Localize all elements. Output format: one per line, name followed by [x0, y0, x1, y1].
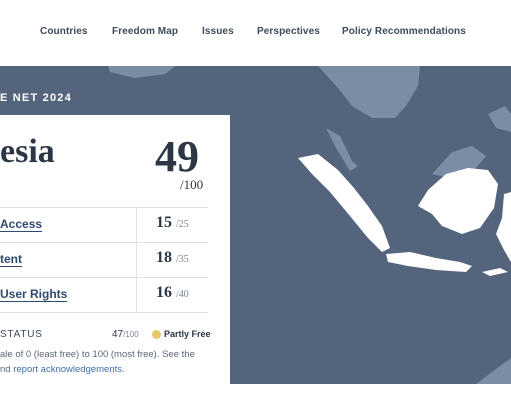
nusa-tenggara-shape — [482, 268, 508, 276]
nav-issues[interactable]: Issues — [202, 26, 234, 37]
nav-freedom-map[interactable]: Freedom Map — [112, 26, 178, 37]
country-name: esia — [0, 133, 55, 170]
borneo-shape — [418, 168, 498, 234]
category-score-user-rights: 16 /40 — [156, 284, 189, 302]
row-divider — [136, 278, 137, 312]
category-score-value: 18 — [156, 249, 172, 266]
nav-policy-recommendations[interactable]: Policy Recommendations — [342, 26, 466, 37]
status-score-max: /100 — [123, 330, 139, 339]
category-row-content: tent 18 /35 — [0, 242, 208, 277]
row-divider — [136, 208, 137, 242]
total-score-max: /100 — [180, 177, 204, 192]
category-link-access[interactable]: Access — [0, 217, 42, 231]
category-row-user-rights: User Rights 16 /40 — [0, 277, 208, 313]
top-navigation: Countries Freedom Map Issues Perspective… — [0, 0, 511, 66]
southeast-land-region — [476, 358, 511, 384]
category-score-value: 16 — [156, 284, 172, 301]
sumatra-shape — [298, 154, 390, 252]
category-score-value: 15 — [156, 214, 172, 231]
nav-countries[interactable]: Countries — [40, 26, 88, 37]
status-label: STATUS — [0, 329, 43, 340]
category-row-access: Access 15 /25 — [0, 207, 208, 242]
category-score-max: /40 — [176, 289, 189, 300]
category-score-max: /35 — [176, 254, 189, 265]
status-score-value: 47 — [112, 329, 124, 340]
java-shape — [386, 252, 472, 272]
row-divider — [136, 243, 137, 277]
category-score-access: 15 /25 — [156, 214, 189, 232]
report-edition-label: E NET 2024 — [0, 92, 72, 104]
nav-perspectives[interactable]: Perspectives — [257, 26, 320, 37]
total-score: 49 — [155, 132, 199, 181]
philippines-region — [488, 106, 511, 132]
category-link-user-rights[interactable]: User Rights — [0, 287, 67, 301]
status-dot-icon — [152, 330, 161, 339]
sulawesi-shape — [496, 192, 511, 262]
country-score-card: esia 49 /100 Access 15 /25 tent 18 /35 U… — [0, 115, 230, 385]
scale-description-line2: nd report acknowledgements. — [0, 364, 125, 375]
mainland-region — [108, 66, 175, 78]
report-acknowledgements-link[interactable]: report acknowledgements — [13, 364, 122, 375]
category-score-content: 18 /35 — [156, 249, 189, 267]
scale-suffix: . — [122, 364, 125, 375]
scale-description: ale of 0 (least free) to 100 (most free)… — [0, 349, 195, 360]
status-score: 47/100 — [112, 329, 139, 340]
category-link-content[interactable]: tent — [0, 252, 22, 266]
scale-prefix: nd — [0, 364, 14, 375]
status-text: Partly Free — [164, 329, 211, 339]
indochina-region — [318, 66, 420, 118]
category-score-max: /25 — [176, 219, 189, 230]
